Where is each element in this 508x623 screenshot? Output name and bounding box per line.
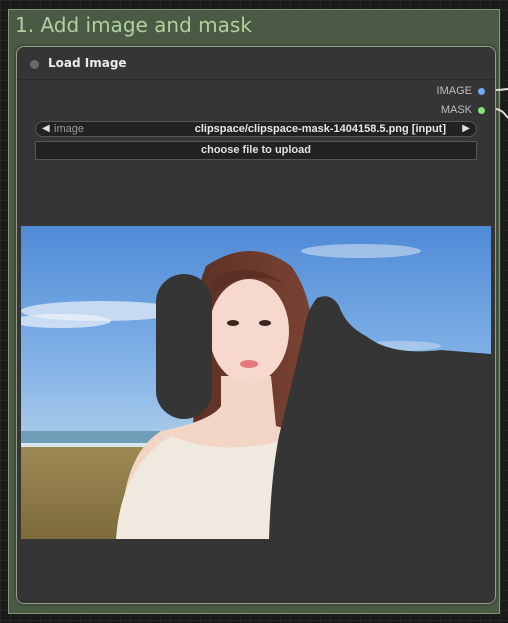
combo-next-icon[interactable]: ▶ [462, 123, 470, 134]
combo-value: clipspace/clipspace-mask-1404158.5.png [… [194, 123, 446, 135]
output-image[interactable]: IMAGE [437, 85, 485, 97]
mask-region-left [156, 274, 212, 419]
image-combo[interactable]: ◀ image clipspace/clipspace-mask-1404158… [35, 121, 477, 137]
combo-prev-icon[interactable]: ◀ [42, 123, 50, 134]
output-image-label: IMAGE [436, 85, 472, 97]
image-port-icon[interactable] [478, 87, 485, 95]
output-mask[interactable]: MASK [441, 104, 485, 116]
output-mask-label: MASK [440, 104, 472, 116]
mask-port-icon[interactable] [478, 106, 485, 114]
choose-file-button[interactable]: choose file to upload [35, 141, 477, 160]
node-header[interactable]: Load Image [17, 47, 495, 80]
node-title: Load Image [48, 56, 127, 70]
load-image-node[interactable]: Load Image IMAGE MASK ◀ image clipspace/… [16, 46, 496, 604]
group-title[interactable]: 1. Add image and mask [15, 13, 252, 37]
collapse-dot-icon[interactable] [30, 60, 39, 69]
image-preview [21, 226, 491, 539]
masked-photo [21, 226, 491, 539]
combo-name: image [54, 123, 84, 135]
